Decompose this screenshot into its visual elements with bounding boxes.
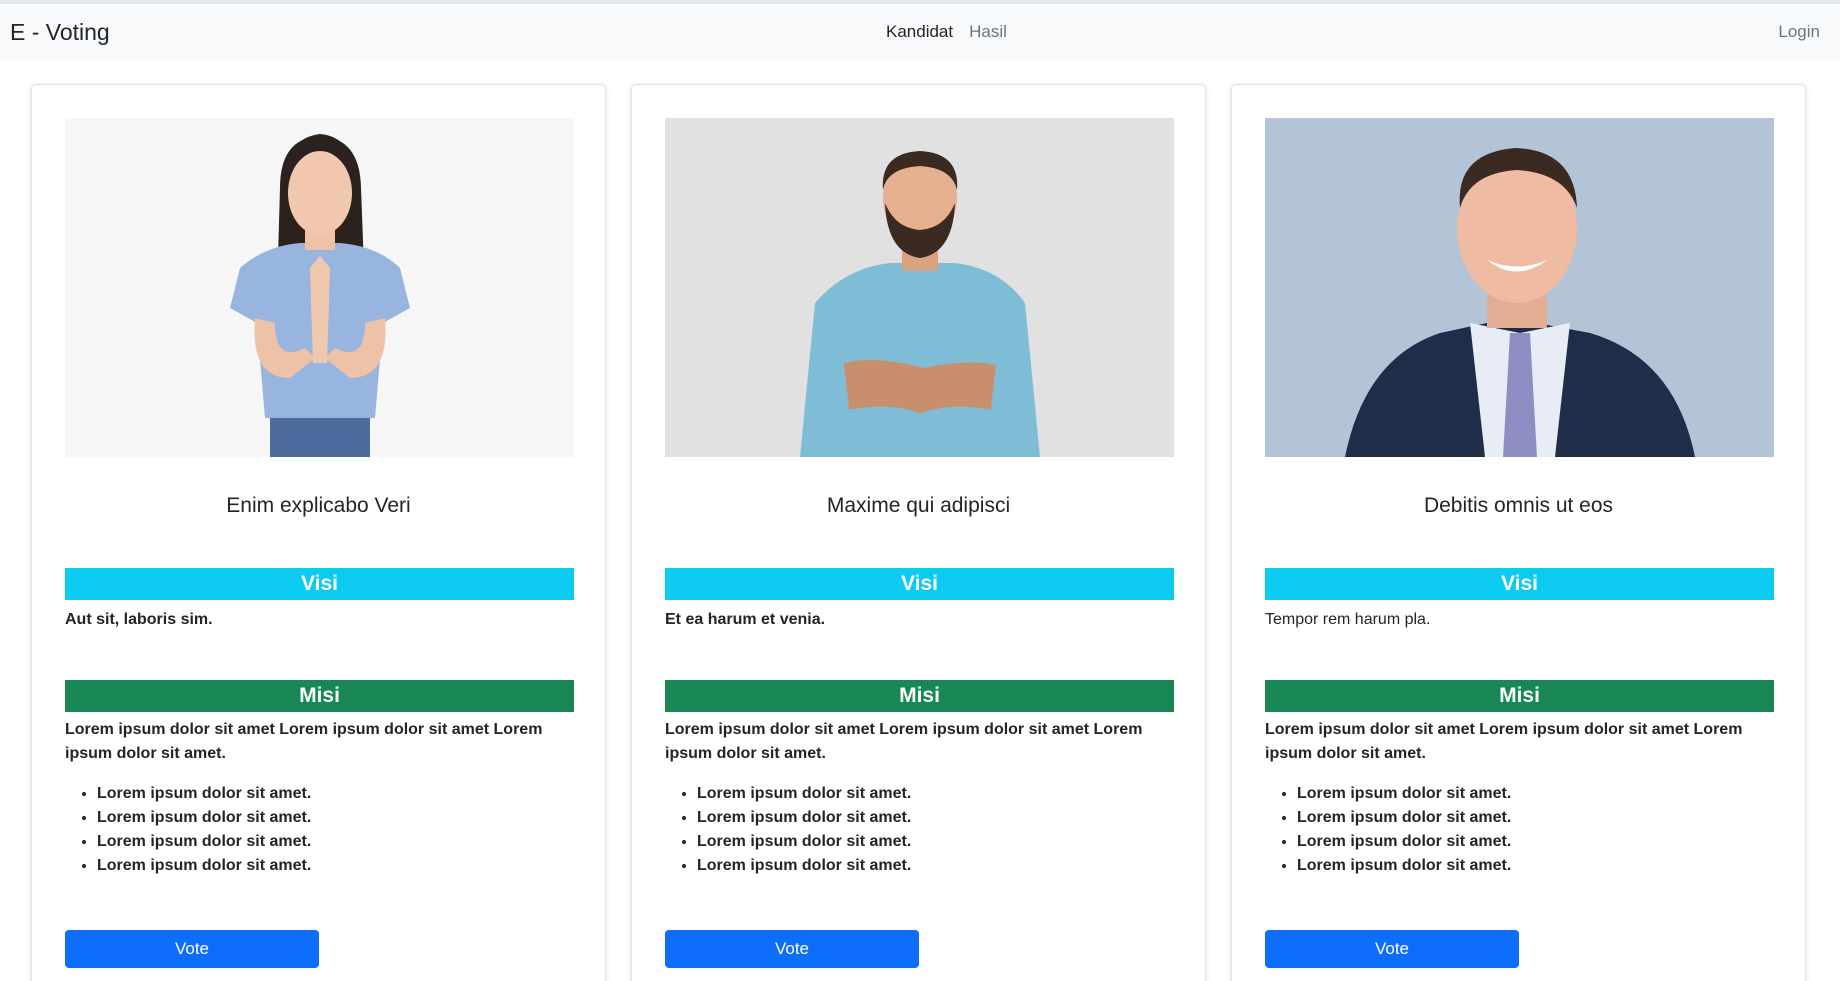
misi-text: Lorem ipsum dolor sit amet Lorem ipsum d… [65, 721, 543, 762]
misi-header: Misi [1265, 680, 1774, 712]
misi-list-item: Lorem ipsum dolor sit amet. [97, 854, 572, 878]
misi-list-item: Lorem ipsum dolor sit amet. [697, 806, 1172, 830]
candidate-name: Enim explicabo Veri [226, 494, 411, 517]
misi-list-item: Lorem ipsum dolor sit amet. [697, 782, 1172, 806]
misi-list-item: Lorem ipsum dolor sit amet. [97, 830, 572, 854]
misi-list-item: Lorem ipsum dolor sit amet. [97, 782, 572, 806]
candidate-card: Debitis omnis ut eos Visi Tempor rem har… [1231, 84, 1806, 981]
candidate-card: Maxime qui adipisci Visi Et ea harum et … [631, 84, 1206, 981]
navbar: E - Voting Kandidat Hasil Login [0, 4, 1840, 60]
visi-header: Visi [65, 568, 574, 600]
candidate-name: Debitis omnis ut eos [1423, 494, 1614, 517]
visi-text: Tempor rem harum pla. [1265, 611, 1431, 628]
candidate-name: Maxime qui adipisci [826, 494, 1011, 517]
misi-list-item: Lorem ipsum dolor sit amet. [697, 830, 1172, 854]
misi-header: Misi [665, 680, 1174, 712]
candidate-photo [665, 118, 1174, 457]
candidate-card: Enim explicabo Veri Visi Aut sit, labori… [31, 84, 606, 981]
vote-button[interactable]: Vote [1265, 930, 1519, 968]
nav-link-hasil[interactable]: Hasil [969, 4, 1007, 60]
misi-list-item: Lorem ipsum dolor sit amet. [1297, 806, 1772, 830]
misi-header: Misi [65, 680, 574, 712]
misi-list-item: Lorem ipsum dolor sit amet. [1297, 782, 1772, 806]
misi-list: Lorem ipsum dolor sit amet. Lorem ipsum … [665, 782, 1172, 878]
nav-link-kandidat[interactable]: Kandidat [886, 4, 953, 60]
misi-list-item: Lorem ipsum dolor sit amet. [1297, 854, 1772, 878]
misi-text: Lorem ipsum dolor sit amet Lorem ipsum d… [665, 721, 1143, 762]
misi-list-item: Lorem ipsum dolor sit amet. [697, 854, 1172, 878]
nav-links: Kandidat Hasil [886, 4, 1007, 60]
candidate-photo [1265, 118, 1774, 457]
visi-header: Visi [665, 568, 1174, 600]
candidate-list: Enim explicabo Veri Visi Aut sit, labori… [31, 84, 1806, 981]
nav-link-login[interactable]: Login [1778, 4, 1820, 60]
candidate-photo [65, 118, 574, 457]
misi-list-item: Lorem ipsum dolor sit amet. [97, 806, 572, 830]
vote-button[interactable]: Vote [665, 930, 919, 968]
visi-text: Et ea harum et venia. [665, 611, 826, 628]
visi-text: Aut sit, laboris sim. [65, 611, 213, 628]
vote-button[interactable]: Vote [65, 930, 319, 968]
misi-list: Lorem ipsum dolor sit amet. Lorem ipsum … [1265, 782, 1772, 878]
visi-header: Visi [1265, 568, 1774, 600]
brand-title[interactable]: E - Voting [10, 4, 110, 60]
misi-text: Lorem ipsum dolor sit amet Lorem ipsum d… [1265, 721, 1743, 762]
misi-list: Lorem ipsum dolor sit amet. Lorem ipsum … [65, 782, 572, 878]
misi-list-item: Lorem ipsum dolor sit amet. [1297, 830, 1772, 854]
